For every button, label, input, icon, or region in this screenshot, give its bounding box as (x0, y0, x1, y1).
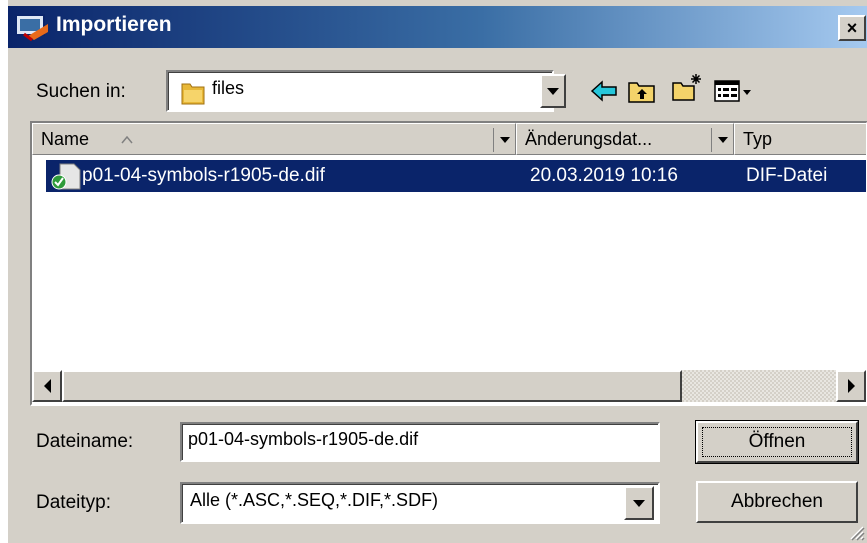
close-icon: × (846, 18, 858, 38)
scrollbar-thumb[interactable] (62, 370, 682, 402)
file-modified: 20.03.2019 10:16 (530, 165, 678, 186)
cancel-button-label: Abbrechen (731, 491, 823, 512)
import-dialog: Importieren × Suchen in: files Name Ände… (6, 0, 867, 543)
file-type: DIF-Datei (746, 165, 828, 186)
column-header-modified-label: Änderungsdat... (525, 129, 653, 149)
view-menu-icon[interactable] (712, 76, 754, 106)
column-header-type[interactable]: Typ (734, 123, 866, 155)
folder-icon (181, 83, 205, 105)
column-header-modified[interactable]: Änderungsdat... (516, 123, 734, 155)
lookin-folder-name: files (212, 78, 245, 98)
file-name: p01-04-symbols-r1905-de.dif (82, 165, 325, 186)
column-modified-dropdown[interactable] (711, 128, 733, 152)
file-list[interactable]: Name Änderungsdat... Typ p01-04-symbols-… (30, 121, 867, 406)
resize-grip-icon[interactable] (845, 521, 865, 541)
close-button[interactable]: × (838, 15, 866, 41)
cancel-button[interactable]: Abbrechen (696, 481, 858, 523)
title-bar[interactable]: Importieren × (8, 6, 867, 48)
arrow-right-icon (847, 379, 855, 393)
app-icon (15, 14, 48, 42)
chevron-down-icon (499, 137, 510, 143)
sort-ascending-icon (121, 136, 133, 144)
horizontal-scrollbar[interactable] (32, 370, 866, 402)
filename-field[interactable]: p01-04-symbols-r1905-de.dif (180, 422, 660, 462)
window-title: Importieren (56, 13, 172, 36)
list-item[interactable]: p01-04-symbols-r1905-de.dif 20.03.2019 1… (46, 160, 866, 192)
filetype-label: Dateityp: (36, 492, 111, 513)
filetype-dropdown-button[interactable] (624, 486, 654, 520)
focus-rectangle (702, 427, 852, 457)
column-name-dropdown[interactable] (493, 128, 515, 152)
chevron-down-icon (717, 137, 728, 143)
arrow-left-icon (43, 379, 51, 393)
chevron-down-icon (633, 499, 645, 507)
open-button[interactable]: Öffnen (695, 420, 859, 464)
scroll-left-button[interactable] (32, 370, 62, 402)
up-folder-icon[interactable] (626, 76, 658, 106)
chevron-down-icon (547, 87, 559, 95)
column-header-type-label: Typ (743, 129, 773, 149)
column-header-name-label: Name (41, 129, 90, 149)
file-check-icon (51, 163, 81, 190)
back-arrow-icon[interactable] (588, 76, 620, 106)
lookin-label: Suchen in: (36, 81, 126, 102)
scroll-right-button[interactable] (836, 370, 866, 402)
filetype-value: Alle (*.ASC,*.SEQ,*.DIF,*.SDF) (190, 490, 439, 510)
filetype-select[interactable]: Alle (*.ASC,*.SEQ,*.DIF,*.SDF) (180, 482, 660, 524)
column-header-name[interactable]: Name (32, 123, 516, 155)
lookin-combo[interactable]: files (166, 70, 566, 112)
new-folder-icon[interactable] (670, 72, 702, 102)
lookin-dropdown-button[interactable] (540, 74, 566, 108)
scrollbar-track[interactable] (682, 370, 836, 402)
filename-label: Dateiname: (36, 431, 134, 452)
